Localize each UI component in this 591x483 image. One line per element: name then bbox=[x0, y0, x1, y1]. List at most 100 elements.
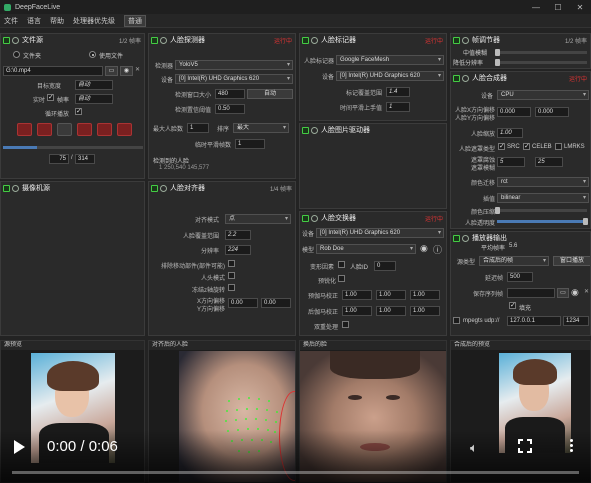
save-path-input[interactable] bbox=[507, 288, 555, 298]
close-icon[interactable]: ✕ bbox=[569, 0, 591, 14]
pre-gamma-b-input[interactable]: 1.00 bbox=[410, 290, 440, 300]
post-gamma-b-input[interactable]: 1.00 bbox=[410, 306, 440, 316]
pre-gamma-g-input[interactable]: 1.00 bbox=[376, 290, 406, 300]
post-gamma-g-input[interactable]: 1.00 bbox=[376, 306, 406, 316]
frame-progress[interactable] bbox=[3, 146, 143, 149]
skip-forward-button[interactable] bbox=[97, 123, 112, 136]
power-icon[interactable] bbox=[453, 36, 460, 44]
more-options-icon[interactable] bbox=[570, 439, 574, 455]
align-mode-select[interactable]: 点 bbox=[225, 214, 291, 224]
face-scale-input[interactable]: 1.00 bbox=[497, 128, 523, 138]
mpegts-port-input[interactable]: 1234 bbox=[563, 316, 589, 326]
median-blur-knob[interactable] bbox=[495, 49, 500, 56]
color-transfer-select[interactable]: rct bbox=[497, 177, 589, 187]
folder-open-icon[interactable]: ▭ bbox=[557, 288, 569, 298]
play-icon[interactable] bbox=[14, 440, 25, 454]
marker-select[interactable]: Google FaceMesh bbox=[336, 55, 444, 65]
device-select[interactable]: [0] Intel(R) UHD Graphics 620 bbox=[175, 74, 293, 84]
resolution-input[interactable]: 224 bbox=[225, 245, 251, 255]
face-id-input[interactable]: 0 bbox=[374, 261, 396, 271]
volume-icon[interactable]: 🔈︎ bbox=[470, 440, 478, 456]
device-select[interactable]: CPU bbox=[497, 90, 589, 100]
x-offset-input[interactable]: 0.00 bbox=[228, 298, 258, 308]
step-back-button[interactable] bbox=[37, 123, 52, 136]
step-forward-button[interactable] bbox=[77, 123, 92, 136]
target-width-input[interactable]: 自动 bbox=[75, 80, 113, 90]
menu-language[interactable]: 语言 bbox=[27, 16, 41, 26]
file-path-input[interactable]: G:\0.mp4 bbox=[3, 66, 103, 76]
eye-icon[interactable]: ◉ bbox=[420, 243, 428, 254]
threshold-input[interactable]: 0.50 bbox=[215, 104, 245, 114]
frame-position-input[interactable]: 75 bbox=[49, 154, 69, 164]
delay-frames-input[interactable]: 500 bbox=[507, 272, 533, 282]
y-offset-input[interactable]: 0.00 bbox=[261, 298, 291, 308]
median-blur-slider[interactable] bbox=[497, 51, 587, 54]
close-small-icon[interactable]: ✕ bbox=[135, 66, 140, 73]
loop-checkbox[interactable] bbox=[75, 107, 82, 115]
interpolation-select[interactable]: bilinear bbox=[497, 193, 589, 203]
pre-gamma-r-input[interactable]: 1.00 bbox=[342, 290, 372, 300]
device-select[interactable]: [0] Intel(R) UHD Graphics 620 bbox=[316, 228, 444, 238]
video-seek-bar[interactable] bbox=[12, 471, 579, 474]
mask-lmrks-checkbox[interactable] bbox=[555, 143, 562, 150]
source-type-select[interactable]: 合成后的帧 bbox=[479, 256, 549, 266]
max-faces-input[interactable]: 1 bbox=[187, 123, 209, 133]
mask-celeb-checkbox[interactable] bbox=[523, 142, 530, 150]
face-coverage-input[interactable]: 2.2 bbox=[225, 230, 251, 240]
close-small-icon[interactable]: ✕ bbox=[584, 288, 589, 295]
degrade-slider[interactable] bbox=[497, 61, 587, 64]
power-icon[interactable] bbox=[302, 214, 309, 222]
mask-erode-input[interactable]: 5 bbox=[497, 157, 525, 167]
fullscreen-icon[interactable] bbox=[518, 439, 532, 453]
play-pause-button[interactable] bbox=[57, 123, 72, 136]
power-icon[interactable] bbox=[302, 36, 309, 44]
mpegts-host-input[interactable]: 127.0.0.1 bbox=[507, 316, 561, 326]
freeze-z-checkbox[interactable] bbox=[228, 284, 235, 291]
head-mode-checkbox[interactable] bbox=[228, 272, 235, 279]
power-icon[interactable] bbox=[151, 36, 158, 44]
power-icon[interactable] bbox=[3, 184, 10, 192]
power-icon[interactable] bbox=[3, 36, 10, 44]
detector-select[interactable]: YoloV5 bbox=[175, 60, 293, 70]
two-pass-checkbox[interactable] bbox=[342, 321, 349, 328]
degrade-knob[interactable] bbox=[495, 59, 500, 66]
info-icon[interactable]: ⓘ bbox=[433, 243, 442, 256]
folder-radio[interactable] bbox=[13, 51, 20, 58]
fill-checkbox[interactable] bbox=[509, 301, 516, 309]
post-gamma-r-input[interactable]: 1.00 bbox=[342, 306, 372, 316]
marker-coverage-input[interactable]: 1.4 bbox=[386, 87, 410, 97]
mask-blur-input[interactable]: 25 bbox=[535, 157, 563, 167]
file-radio[interactable] bbox=[89, 51, 96, 58]
temporal-smoothing-input[interactable]: 1 bbox=[235, 139, 265, 149]
marker-temporal-input[interactable]: 1 bbox=[386, 102, 410, 112]
sort-select[interactable]: 最大 bbox=[233, 123, 289, 133]
maximize-icon[interactable]: ☐ bbox=[547, 0, 569, 14]
fps-input[interactable]: 自动 bbox=[75, 94, 113, 104]
mask-src-checkbox[interactable] bbox=[498, 142, 505, 150]
realtime-checkbox[interactable] bbox=[47, 93, 54, 101]
exclude-moving-checkbox[interactable] bbox=[228, 260, 235, 267]
color-compression-knob[interactable] bbox=[495, 207, 500, 214]
window-show-button[interactable]: 窗口播放 bbox=[553, 256, 590, 266]
auto-button[interactable]: 自动 bbox=[247, 89, 293, 99]
face-y-offset-input[interactable]: 0.000 bbox=[535, 107, 569, 117]
skip-back-button[interactable] bbox=[17, 123, 32, 136]
face-opacity-slider[interactable] bbox=[497, 220, 587, 223]
power-icon[interactable] bbox=[151, 184, 158, 192]
eye-icon[interactable]: ◉ bbox=[120, 66, 133, 76]
face-opacity-knob[interactable] bbox=[583, 218, 588, 225]
pre-sharpen-checkbox[interactable] bbox=[338, 275, 345, 282]
device-select[interactable]: [0] Intel(R) UHD Graphics 620 bbox=[336, 71, 444, 81]
power-icon[interactable] bbox=[453, 234, 460, 242]
color-compression-slider[interactable] bbox=[497, 209, 587, 212]
menu-help[interactable]: 帮助 bbox=[50, 16, 64, 26]
window-size-input[interactable]: 480 bbox=[215, 89, 245, 99]
mpegts-checkbox[interactable] bbox=[453, 317, 460, 324]
minimize-icon[interactable]: — bbox=[525, 0, 547, 14]
face-x-offset-input[interactable]: 0.000 bbox=[497, 107, 531, 117]
power-icon[interactable] bbox=[302, 126, 309, 134]
morph-checkbox[interactable] bbox=[338, 261, 345, 268]
power-icon[interactable] bbox=[453, 74, 460, 82]
eye-icon[interactable]: ◉ bbox=[571, 287, 579, 298]
menu-file[interactable]: 文件 bbox=[4, 16, 18, 26]
